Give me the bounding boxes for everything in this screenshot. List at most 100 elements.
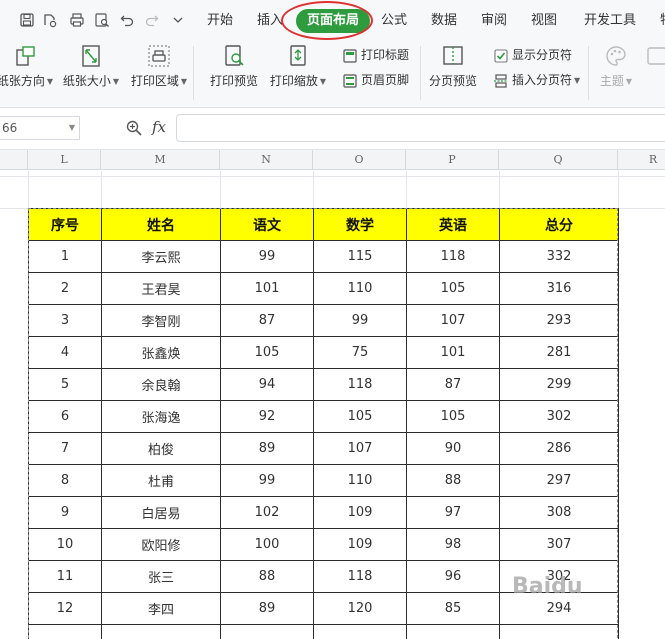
print-area-button[interactable]: 打印区域 ▼ [130,44,188,89]
table-cell[interactable]: 105 [313,400,407,433]
table-cell[interactable]: 316 [499,272,619,305]
table-cell[interactable]: 102 [220,496,314,529]
table-cell[interactable]: 87 [406,368,500,401]
table-cell[interactable]: 299 [499,368,619,401]
table-cell[interactable]: 107 [406,304,500,337]
header-cell-english[interactable]: 英语 [406,208,500,241]
table-cell[interactable]: 90 [406,432,500,465]
table-cell[interactable]: 118 [313,560,407,593]
table-cell[interactable]: 96 [406,560,500,593]
table-cell[interactable]: 李云熙 [101,240,221,273]
table-cell[interactable] [406,624,500,639]
header-cell-name[interactable]: 姓名 [101,208,221,241]
table-cell[interactable]: 118 [313,368,407,401]
table-cell[interactable]: 105 [406,400,500,433]
table-cell[interactable]: 88 [406,464,500,497]
theme-button[interactable]: 主题 ▼ [596,44,636,89]
table-cell[interactable]: 张海逸 [101,400,221,433]
table-cell[interactable]: 75 [313,336,407,369]
table-cell[interactable]: 王君昊 [101,272,221,305]
tab-special[interactable]: 特 [660,12,665,30]
table-cell[interactable]: 张鑫焕 [101,336,221,369]
table-cell[interactable]: 99 [220,240,314,273]
table-cell[interactable]: 9 [28,496,102,529]
table-cell[interactable]: 8 [28,464,102,497]
tab-view[interactable]: 视图 [531,12,557,30]
table-cell[interactable]: 88 [220,560,314,593]
print-icon[interactable] [69,12,85,28]
table-cell[interactable]: 302 [499,400,619,433]
table-cell[interactable]: 110 [313,272,407,305]
undo-icon[interactable] [119,12,135,28]
name-box[interactable]: 66 ▼ [0,116,80,140]
table-cell[interactable]: 89 [220,592,314,625]
table-cell[interactable] [499,624,619,639]
table-cell[interactable]: 1 [28,240,102,273]
table-cell[interactable]: 308 [499,496,619,529]
table-cell[interactable]: 115 [313,240,407,273]
header-footer-button[interactable]: 页眉页脚 [342,71,409,89]
insert-page-break-button[interactable]: 插入分页符 ▼ [493,71,580,89]
table-cell[interactable]: 89 [220,432,314,465]
output-pdf-icon[interactable] [42,12,58,28]
table-cell[interactable]: 杜甫 [101,464,221,497]
column-header-m[interactable]: M [101,150,220,170]
show-page-breaks-checkbox[interactable]: 显示分页符 [493,46,572,64]
tab-formulas[interactable]: 公式 [381,12,407,30]
table-cell[interactable]: 李智刚 [101,304,221,337]
table-cell[interactable]: 85 [406,592,500,625]
column-header-p[interactable]: P [406,150,499,170]
table-cell[interactable]: 101 [220,272,314,305]
table-cell[interactable]: 12 [28,592,102,625]
table-cell[interactable]: 99 [220,464,314,497]
header-cell-index[interactable]: 序号 [28,208,102,241]
table-cell[interactable] [220,624,314,639]
print-preview-button[interactable]: 打印预览 [207,44,261,88]
table-cell[interactable]: 307 [499,528,619,561]
table-cell[interactable]: 4 [28,336,102,369]
color-scheme-button[interactable] [645,44,665,68]
customize-toolbar-icon[interactable] [170,12,186,28]
column-header-partial[interactable] [0,150,28,170]
table-cell[interactable]: 张三 [101,560,221,593]
table-cell[interactable]: 120 [313,592,407,625]
table-cell[interactable]: 2 [28,272,102,305]
tab-page-layout[interactable]: 页面布局 [296,9,371,33]
formula-input[interactable] [176,114,665,142]
table-cell[interactable]: 109 [313,528,407,561]
header-cell-total[interactable]: 总分 [499,208,619,241]
zoom-icon[interactable] [125,119,143,137]
table-cell[interactable]: 87 [220,304,314,337]
header-cell-math[interactable]: 数学 [313,208,407,241]
paper-size-button[interactable]: 纸张大小 ▼ [62,44,120,89]
print-preview-icon[interactable] [94,12,110,28]
table-cell[interactable]: 3 [28,304,102,337]
table-cell[interactable]: 110 [313,464,407,497]
table-cell[interactable]: 6 [28,400,102,433]
table-cell[interactable]: 99 [313,304,407,337]
tab-data[interactable]: 数据 [431,12,457,30]
column-header-r[interactable]: R [618,150,665,170]
table-cell[interactable] [101,624,221,639]
table-cell[interactable]: 柏俊 [101,432,221,465]
save-icon[interactable] [19,12,35,28]
table-cell[interactable]: 94 [220,368,314,401]
table-cell[interactable]: 92 [220,400,314,433]
orientation-button[interactable]: 纸张方向 ▼ [0,44,54,89]
tab-insert[interactable]: 插入 [257,12,283,30]
table-cell[interactable]: 余良翰 [101,368,221,401]
column-header-q[interactable]: Q [499,150,618,170]
redo-icon[interactable] [144,12,160,28]
print-scale-button[interactable]: 打印缩放 ▼ [268,44,328,89]
column-header-l[interactable]: L [28,150,101,170]
chevron-down-icon[interactable]: ▼ [69,117,75,139]
table-cell[interactable]: 105 [406,272,500,305]
table-cell[interactable]: 109 [313,496,407,529]
tab-developer[interactable]: 开发工具 [584,12,636,30]
table-cell[interactable]: 11 [28,560,102,593]
table-cell[interactable]: 105 [220,336,314,369]
table-cell[interactable]: 7 [28,432,102,465]
table-cell[interactable]: 100 [220,528,314,561]
column-header-n[interactable]: N [220,150,313,170]
page-break-preview-button[interactable]: 分页预览 [426,44,480,88]
